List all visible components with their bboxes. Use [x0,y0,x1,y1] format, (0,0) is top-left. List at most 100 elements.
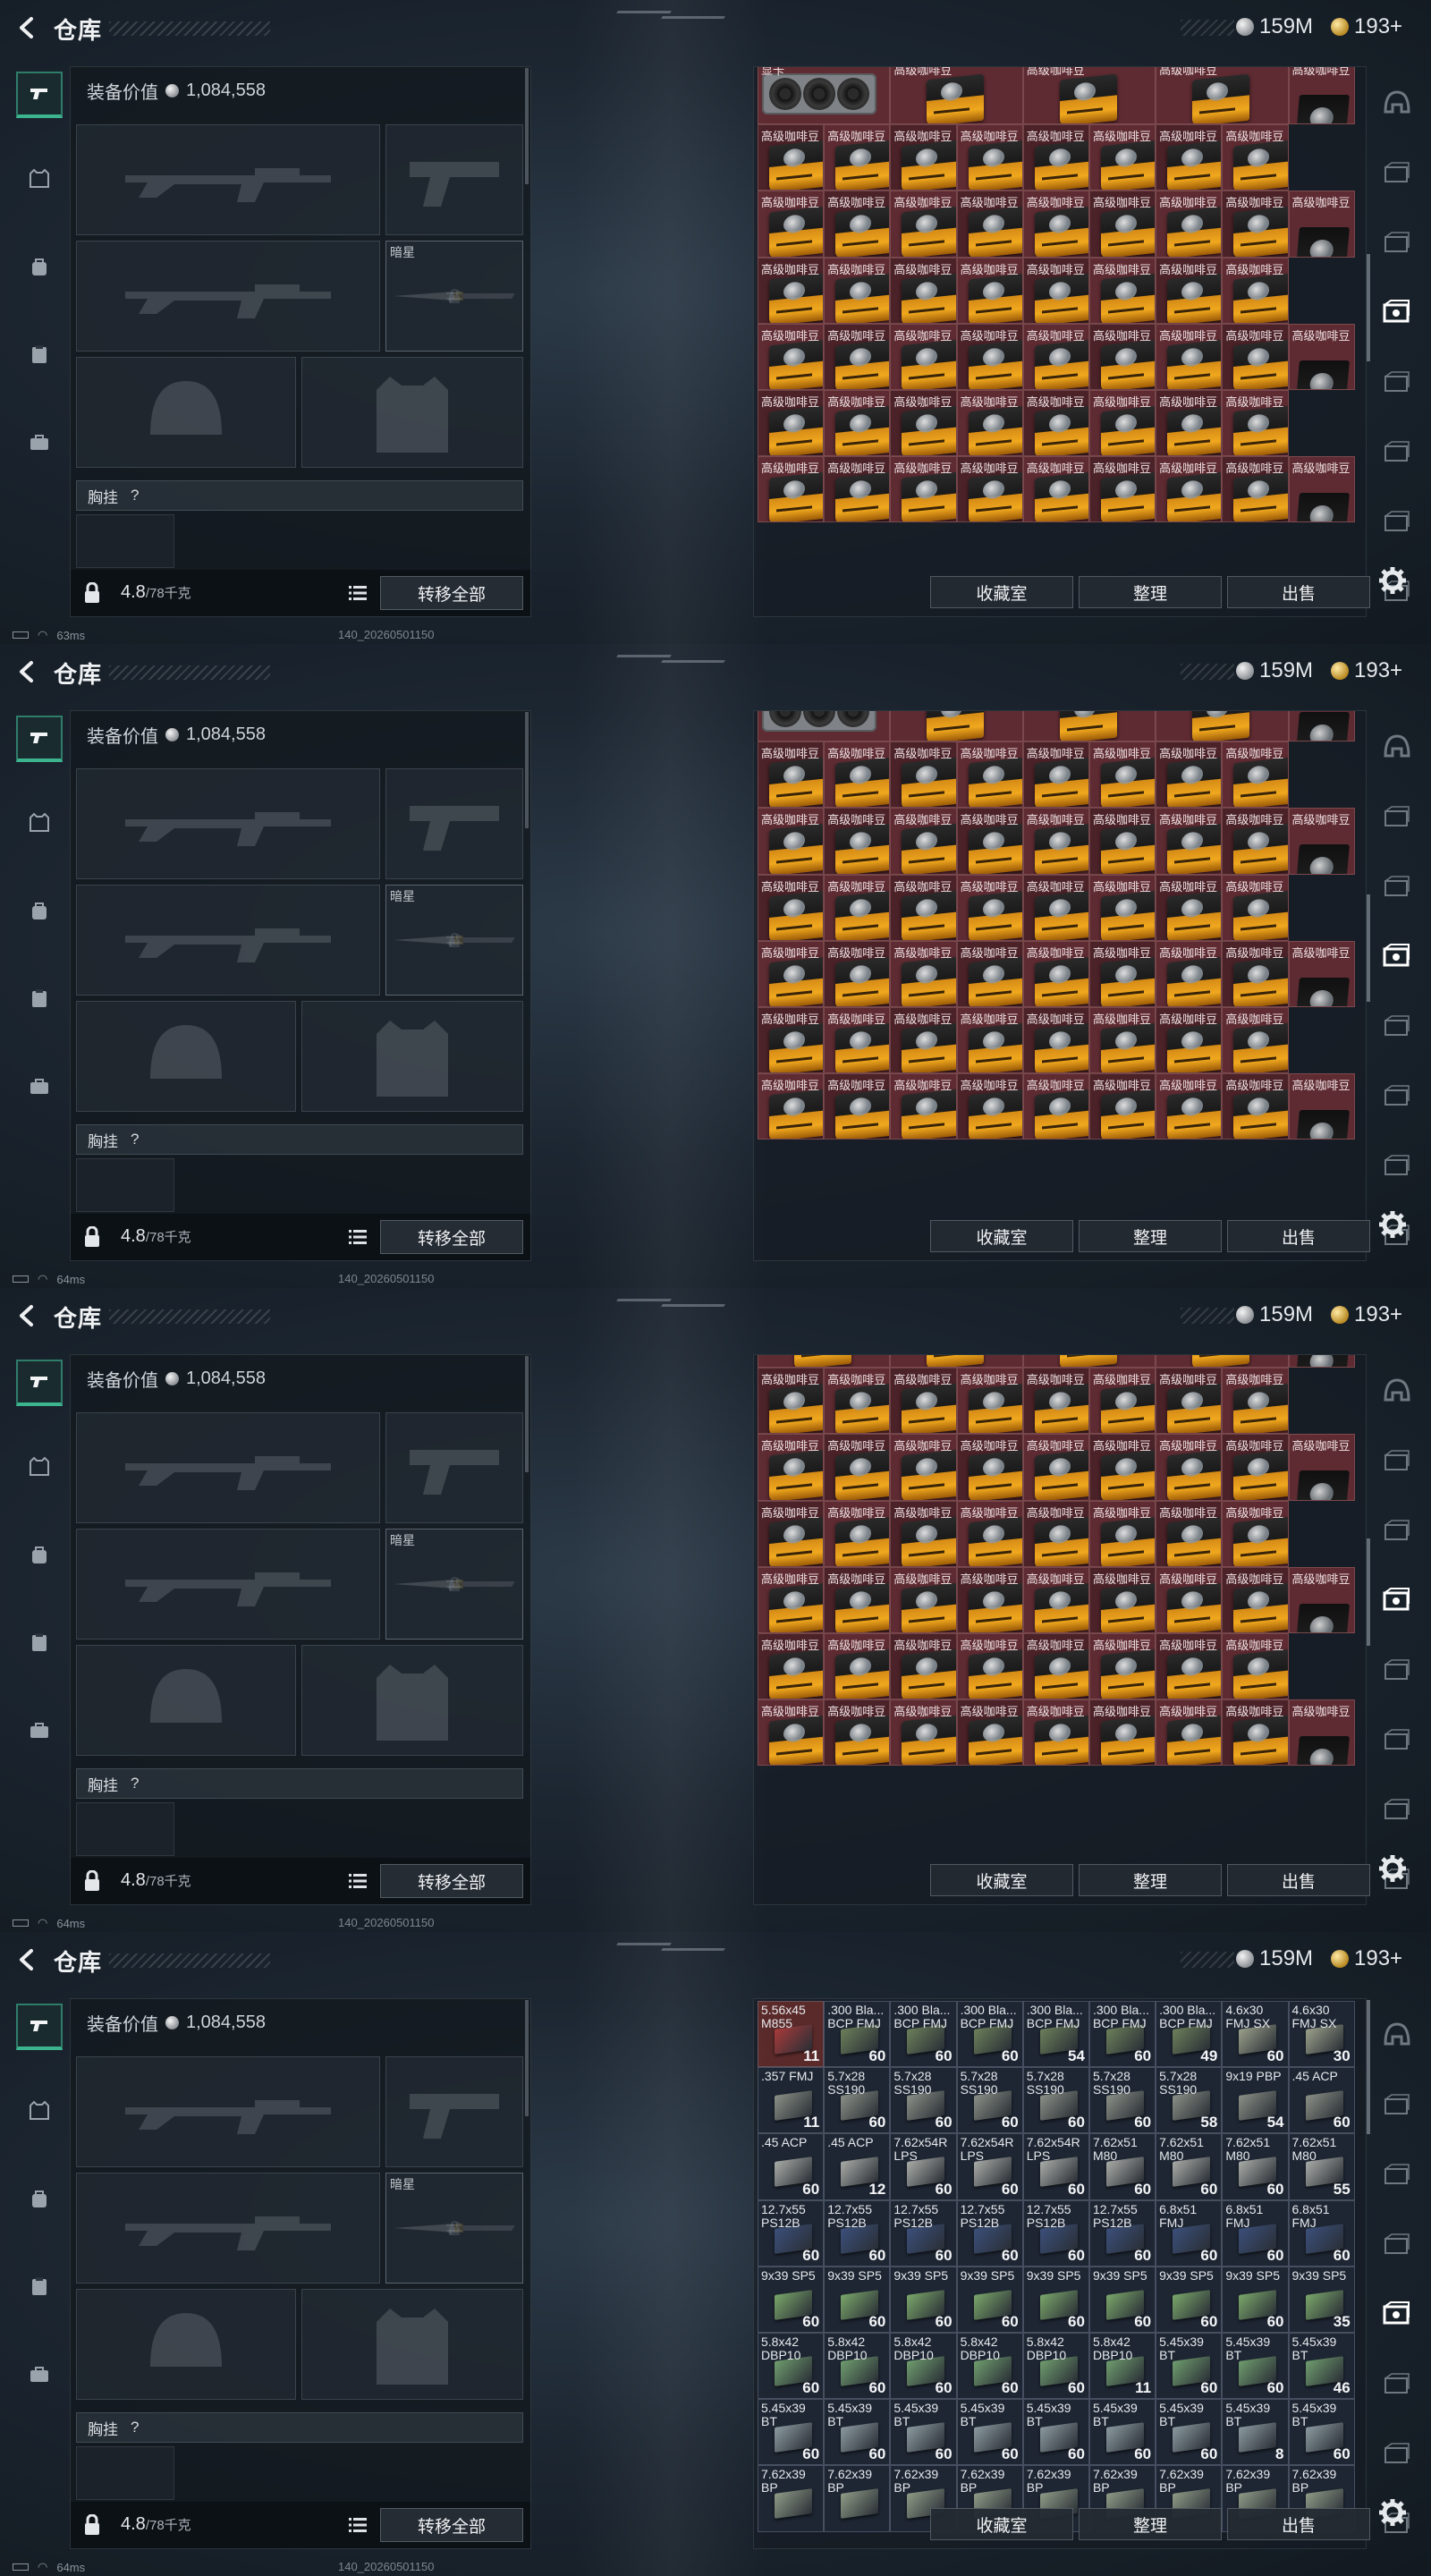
storage-item-coffee[interactable]: 高级咖啡豆 [1088,808,1156,875]
storage-item-ammo[interactable]: 7.62x51 M80 60 [1088,2133,1156,2200]
storage-item-ammo[interactable]: 5.7x28 SS190 60 [824,2067,891,2134]
storage-item-ammo[interactable]: 9x39 SP5 35 [1288,2266,1355,2333]
storage-item-ammo[interactable]: 5.45x39 BT 60 [1088,2399,1156,2466]
storage-item-coffee[interactable]: 高级咖啡豆 [1022,940,1089,1007]
storage-item-coffee[interactable]: 高级咖啡豆 [758,1632,825,1700]
storage-item-coffee[interactable]: 高级咖啡豆 [1156,389,1223,457]
storage-item-ammo[interactable]: 5.45x39 BT 60 [1222,2332,1289,2400]
storage-item-coffee[interactable]: 高级咖啡豆 [1022,1699,1089,1767]
storage-item-ammo[interactable]: 7.62x54R LPS 60 [1022,2133,1089,2200]
storage-item-coffee[interactable]: 高级咖啡豆 [1156,323,1223,390]
silver-currency[interactable]: 159M [1236,658,1313,683]
storage-page-tab-1[interactable] [1377,2014,1417,2054]
chest-rig-header[interactable]: 胸挂 ? [76,480,523,511]
storage-item-coffee[interactable]: 高级咖啡豆 [824,940,891,1007]
storage-item-coffee[interactable]: 高级咖啡豆 [758,1500,825,1567]
storage-item-coffee[interactable]: 高级咖啡豆 [824,1699,891,1767]
transfer-all-button[interactable]: 转移全部 [380,576,523,610]
sell-button[interactable]: 出售 [1227,1220,1370,1252]
storage-item-coffee[interactable]: 高级咖啡豆 [890,1632,957,1700]
storage-item-coffee[interactable]: 高级咖啡豆 [890,1073,957,1140]
storage-item-coffee[interactable]: 高级咖啡豆 [824,874,891,941]
helmet-slot[interactable] [76,2289,296,2400]
sort-button[interactable]: 整理 [1079,1220,1222,1252]
storage-item-coffee[interactable]: 高级咖啡豆 [1022,1566,1089,1633]
storage-item-ammo[interactable]: 9x39 SP5 60 [1088,2266,1156,2333]
primary-weapon-slot[interactable] [76,2056,380,2167]
storage-item-ammo[interactable]: 12.7x55 PS12B 60 [956,2199,1023,2267]
storage-item-coffee[interactable]: 高级咖啡豆 [758,1368,825,1435]
equipment-scrollbar[interactable] [525,2000,529,2116]
storage-item-coffee-tall[interactable]: 高级咖啡豆 [1288,808,1355,875]
storage-item-coffee[interactable]: 高级咖啡豆 [1022,1500,1089,1567]
storage-item-ammo[interactable]: 9x19 PBP 54 [1222,2067,1289,2134]
storage-item-coffee[interactable]: 高级咖啡豆 [1222,874,1289,941]
storage-item-coffee[interactable]: 高级咖啡豆 [1022,1006,1089,1074]
storage-item-coffee[interactable]: 高级咖啡豆 [890,124,957,191]
equipment-scrollbar[interactable] [525,712,529,828]
storage-item-ammo[interactable]: 12.7x55 PS12B 60 [890,2199,957,2267]
storage-item-coffee[interactable]: 高级咖啡豆 [824,456,891,523]
storage-page-tab-2[interactable] [1377,2084,1417,2123]
storage-page-tab-1[interactable] [1377,726,1417,766]
tab-briefcase[interactable] [16,419,63,465]
storage-item-coffee[interactable]: 高级咖啡豆 [1156,711,1289,742]
storage-item-coffee[interactable]: 高级咖啡豆 [758,389,825,457]
list-icon[interactable] [348,1872,368,1890]
storage-page-tab-3[interactable] [1377,2154,1417,2193]
storage-item-coffee[interactable]: 高级咖啡豆 [1022,1073,1089,1140]
storage-item-coffee[interactable]: 高级咖啡豆 [824,191,891,258]
list-icon[interactable] [348,1228,368,1246]
storage-item-coffee[interactable]: 高级咖啡豆 [956,257,1023,324]
storage-item-coffee[interactable]: 高级咖啡豆 [890,711,1023,742]
gold-currency[interactable]: 193+ [1331,1302,1402,1327]
storage-item-ammo[interactable]: 4.6x30 FMJ SX 60 [1222,2001,1289,2068]
storage-item-coffee[interactable]: 高级咖啡豆 [956,191,1023,258]
storage-item-coffee[interactable]: 高级咖啡豆 [824,323,891,390]
storage-item-coffee-tall[interactable]: 高级咖啡豆 [1288,1566,1355,1633]
storage-item-coffee[interactable]: 高级咖啡豆 [1088,1500,1156,1567]
back-button[interactable] [13,1946,43,1973]
storage-item-coffee[interactable]: 高级咖啡豆 [956,1073,1023,1140]
chest-rig-header[interactable]: 胸挂 ? [76,2412,523,2443]
storage-item-ammo[interactable]: 5.8x42 DBP10 60 [824,2332,891,2400]
storage-item-coffee[interactable]: 高级咖啡豆 [956,1368,1023,1435]
favorites-button[interactable]: 收藏室 [930,1220,1073,1252]
list-icon[interactable] [348,584,368,602]
storage-item-coffee-tall[interactable]: 高级咖啡豆 [1288,1355,1355,1368]
storage-item-coffee-tall[interactable]: 高级咖啡豆 [1288,1699,1355,1767]
storage-item-coffee[interactable]: 高级咖啡豆 [1022,191,1089,258]
storage-item-ammo[interactable]: 5.45x39 BT 60 [1156,2399,1223,2466]
storage-item-coffee-tall[interactable]: 高级咖啡豆 [1288,1434,1355,1501]
storage-item-coffee[interactable]: 高级咖啡豆 [956,1632,1023,1700]
storage-item-ammo[interactable]: .45 ACP 60 [1288,2067,1355,2134]
storage-page-tab-5[interactable] [1377,1005,1417,1045]
storage-item-coffee[interactable]: 高级咖啡豆 [1222,940,1289,1007]
gear-icon[interactable] [1377,1209,1408,1240]
storage-item-coffee[interactable]: 高级咖啡豆 [1088,1566,1156,1633]
pistol-slot[interactable] [385,768,523,879]
gear-icon[interactable] [1377,565,1408,596]
storage-item-gpu[interactable]: 显卡 [758,67,891,125]
storage-item-coffee[interactable]: 高级咖啡豆 [1222,456,1289,523]
storage-item-coffee[interactable]: 高级咖啡豆 [956,1434,1023,1501]
primary-weapon-slot[interactable] [76,1412,380,1523]
storage-item-coffee[interactable]: 高级咖啡豆 [890,456,957,523]
storage-item-ammo[interactable]: .300 Bla... BCP FMJ 60 [1088,2001,1156,2068]
tab-armor[interactable] [16,2088,63,2134]
storage-page-tab-7[interactable] [1377,1145,1417,1184]
storage-item-ammo[interactable]: 9x39 SP5 60 [890,2266,957,2333]
storage-item-coffee[interactable]: 高级咖啡豆 [956,808,1023,875]
storage-item-coffee[interactable]: 高级咖啡豆 [1222,191,1289,258]
storage-item-coffee[interactable]: 高级咖啡豆 [1156,940,1223,1007]
storage-item-coffee[interactable]: 高级咖啡豆 [1222,1368,1289,1435]
storage-item-coffee-tall[interactable]: 高级咖啡豆 [1288,67,1355,125]
storage-item-coffee[interactable]: 高级咖啡豆 [1022,808,1089,875]
sell-button[interactable]: 出售 [1227,2508,1370,2540]
storage-item-ammo[interactable]: .45 ACP 12 [824,2133,891,2200]
helmet-slot[interactable] [76,357,296,468]
storage-item-ammo[interactable]: 5.45x39 BT 60 [1288,2399,1355,2466]
storage-item-coffee[interactable]: 高级咖啡豆 [1222,1699,1289,1767]
storage-item-gpu[interactable]: 显卡 [758,711,891,742]
storage-item-coffee[interactable]: 高级咖啡豆 [1222,1006,1289,1074]
